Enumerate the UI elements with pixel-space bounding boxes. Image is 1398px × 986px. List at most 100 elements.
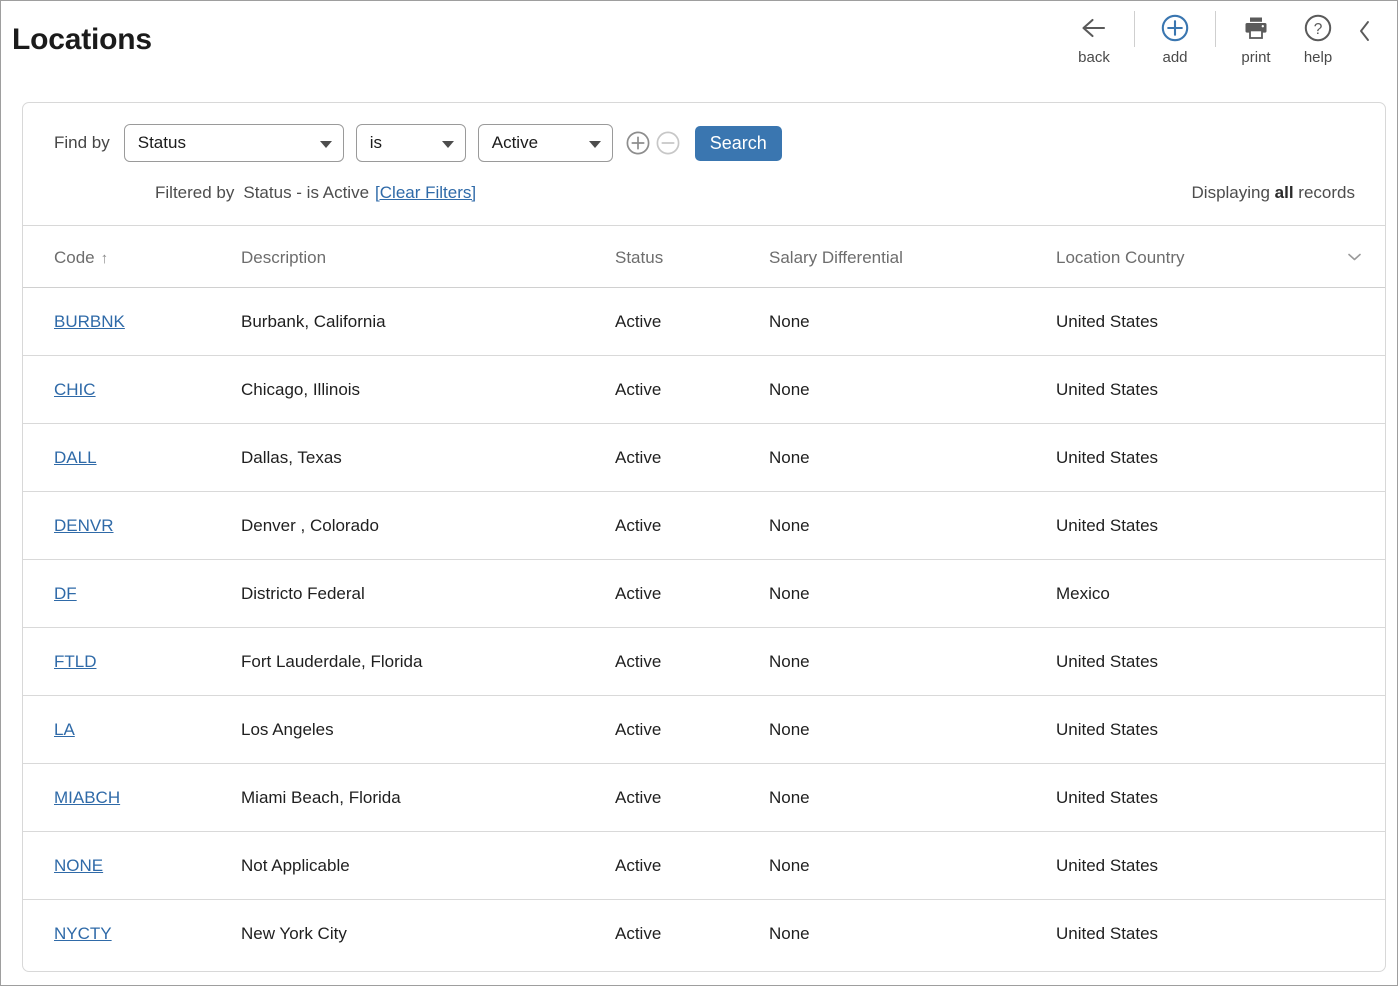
location-code-link[interactable]: LA bbox=[54, 720, 75, 739]
cell-description: Los Angeles bbox=[241, 720, 334, 739]
cell-status: Active bbox=[615, 788, 662, 807]
cell-location-country: United States bbox=[1056, 856, 1159, 875]
remove-filter-row-button[interactable] bbox=[655, 130, 681, 156]
cell-status: Active bbox=[615, 720, 662, 739]
filtered-by-expression: Status - is Active bbox=[243, 183, 370, 202]
cell-salary-differential: None bbox=[769, 856, 810, 875]
location-code-link[interactable]: NONE bbox=[54, 856, 103, 875]
table-row: CHIC Chicago, Illinois Active None United St… bbox=[23, 356, 1385, 424]
cell-salary-differential: None bbox=[769, 516, 810, 535]
column-header-status[interactable]: Status bbox=[615, 248, 663, 268]
cell-salary-differential: None bbox=[769, 788, 810, 807]
cell-code: DF bbox=[54, 584, 77, 604]
cell-code: NYCTY bbox=[54, 924, 112, 944]
cell-description: Denver , Colorado bbox=[241, 516, 379, 535]
displaying-prefix: Displaying bbox=[1191, 183, 1275, 202]
chevron-down-icon bbox=[588, 141, 601, 148]
chevron-down-icon bbox=[319, 141, 332, 148]
filter-value-select[interactable]: Active bbox=[477, 124, 613, 162]
cell-status: Active bbox=[615, 856, 662, 875]
cell-status: Active bbox=[615, 924, 662, 943]
table-row: BURBNK Burbank, California Active None Unite… bbox=[23, 288, 1385, 356]
cell-location-country: United States bbox=[1056, 516, 1159, 535]
add-filter-row-button[interactable] bbox=[625, 130, 651, 156]
cell-location-country: United States bbox=[1056, 380, 1159, 399]
cell-salary-differential: None bbox=[769, 652, 810, 671]
column-header-location-country[interactable]: Location Country bbox=[1056, 248, 1185, 268]
displaying-suffix: records bbox=[1293, 183, 1355, 202]
table-row: DALL Dallas, Texas Active None United States bbox=[23, 424, 1385, 492]
cell-salary-differential: None bbox=[769, 720, 810, 739]
column-header-description[interactable]: Description bbox=[241, 248, 326, 268]
back-button[interactable]: back bbox=[1063, 9, 1125, 65]
cell-description: Burbank, California bbox=[241, 312, 386, 331]
add-button[interactable]: add bbox=[1144, 9, 1206, 65]
cell-code: DALL bbox=[54, 448, 97, 468]
page-header: Locations back add print ? help bbox=[1, 1, 1397, 87]
cell-status: Active bbox=[615, 652, 662, 671]
cell-status: Active bbox=[615, 584, 662, 603]
location-code-link[interactable]: NYCTY bbox=[54, 924, 112, 943]
cell-description: Not Applicable bbox=[241, 856, 350, 875]
table-row: NYCTY New York City Active None United State… bbox=[23, 900, 1385, 968]
back-arrow-icon bbox=[1079, 9, 1109, 47]
cell-status: Active bbox=[615, 312, 662, 331]
cell-code: DENVR bbox=[54, 516, 114, 536]
cell-location-country: Mexico bbox=[1056, 584, 1110, 603]
location-code-link[interactable]: DENVR bbox=[54, 516, 114, 535]
cell-status: Active bbox=[615, 448, 662, 467]
table-header-row: Code ↑ Description Status Salary Differen… bbox=[23, 226, 1385, 288]
add-label: add bbox=[1162, 49, 1188, 66]
cell-location-country: United States bbox=[1056, 720, 1159, 739]
sort-ascending-icon: ↑ bbox=[100, 250, 109, 267]
print-label: print bbox=[1241, 49, 1271, 66]
table-row: MIABCH Miami Beach, Florida Active None Unit… bbox=[23, 764, 1385, 832]
help-question-icon: ? bbox=[1303, 9, 1333, 47]
cell-description: Dallas, Texas bbox=[241, 448, 342, 467]
table-row: NONE Not Applicable Active None United State… bbox=[23, 832, 1385, 900]
print-icon bbox=[1241, 9, 1271, 47]
toolbar-divider bbox=[1134, 11, 1135, 47]
svg-text:?: ? bbox=[1314, 21, 1323, 38]
page-title: Locations bbox=[12, 23, 152, 56]
displaying-records-status: Displaying all records bbox=[1192, 183, 1355, 203]
location-code-link[interactable]: MIABCH bbox=[54, 788, 120, 807]
filter-operator-select[interactable]: is bbox=[355, 124, 466, 162]
collapse-panel-button[interactable] bbox=[1349, 9, 1381, 46]
toolbar-divider-2 bbox=[1215, 11, 1216, 47]
table-row: FTLD Fort Lauderdale, Florida Active None Un… bbox=[23, 628, 1385, 696]
cell-location-country: United States bbox=[1056, 312, 1159, 331]
table-row: DENVR Denver , Colorado Active None United S… bbox=[23, 492, 1385, 560]
help-label: help bbox=[1303, 49, 1333, 66]
location-code-link[interactable]: DALL bbox=[54, 448, 97, 467]
table-row: LA Los Angeles Active None United States bbox=[23, 696, 1385, 764]
chevron-down-icon[interactable] bbox=[1346, 250, 1363, 268]
print-button[interactable]: print bbox=[1225, 9, 1287, 65]
column-header-code[interactable]: Code ↑ bbox=[54, 248, 108, 268]
cell-code: CHIC bbox=[54, 380, 96, 400]
table-row: DF Districto Federal Active None Mexico bbox=[23, 560, 1385, 628]
cell-description: Chicago, Illinois bbox=[241, 380, 361, 399]
cell-description: Districto Federal bbox=[241, 584, 365, 603]
location-code-link[interactable]: DF bbox=[54, 584, 77, 603]
find-by-label: Find by bbox=[54, 133, 110, 152]
column-header-salary-differential[interactable]: Salary Differential bbox=[769, 248, 903, 268]
cell-description: Miami Beach, Florida bbox=[241, 788, 401, 807]
cell-code: NONE bbox=[54, 856, 103, 876]
help-button[interactable]: ? help bbox=[1287, 9, 1349, 65]
locations-table: Code ↑ Description Status Salary Differen… bbox=[23, 226, 1385, 968]
location-code-link[interactable]: FTLD bbox=[54, 652, 97, 671]
clear-filters-link[interactable]: [Clear Filters] bbox=[375, 183, 476, 202]
displaying-emphasis: all bbox=[1274, 183, 1294, 202]
chevron-left-icon bbox=[1357, 19, 1373, 46]
cell-salary-differential: None bbox=[769, 312, 810, 331]
filter-field-select[interactable]: Status bbox=[123, 124, 344, 162]
toolbar: back add print ? help bbox=[1063, 9, 1381, 79]
location-code-link[interactable]: CHIC bbox=[54, 380, 96, 399]
search-button[interactable]: Search bbox=[694, 125, 782, 161]
cell-status: Active bbox=[615, 380, 662, 399]
location-code-link[interactable]: BURBNK bbox=[54, 312, 125, 331]
cell-salary-differential: None bbox=[769, 924, 810, 943]
cell-code: MIABCH bbox=[54, 788, 120, 808]
find-bar: Find by Status is Active Search Filtered… bbox=[23, 103, 1385, 226]
